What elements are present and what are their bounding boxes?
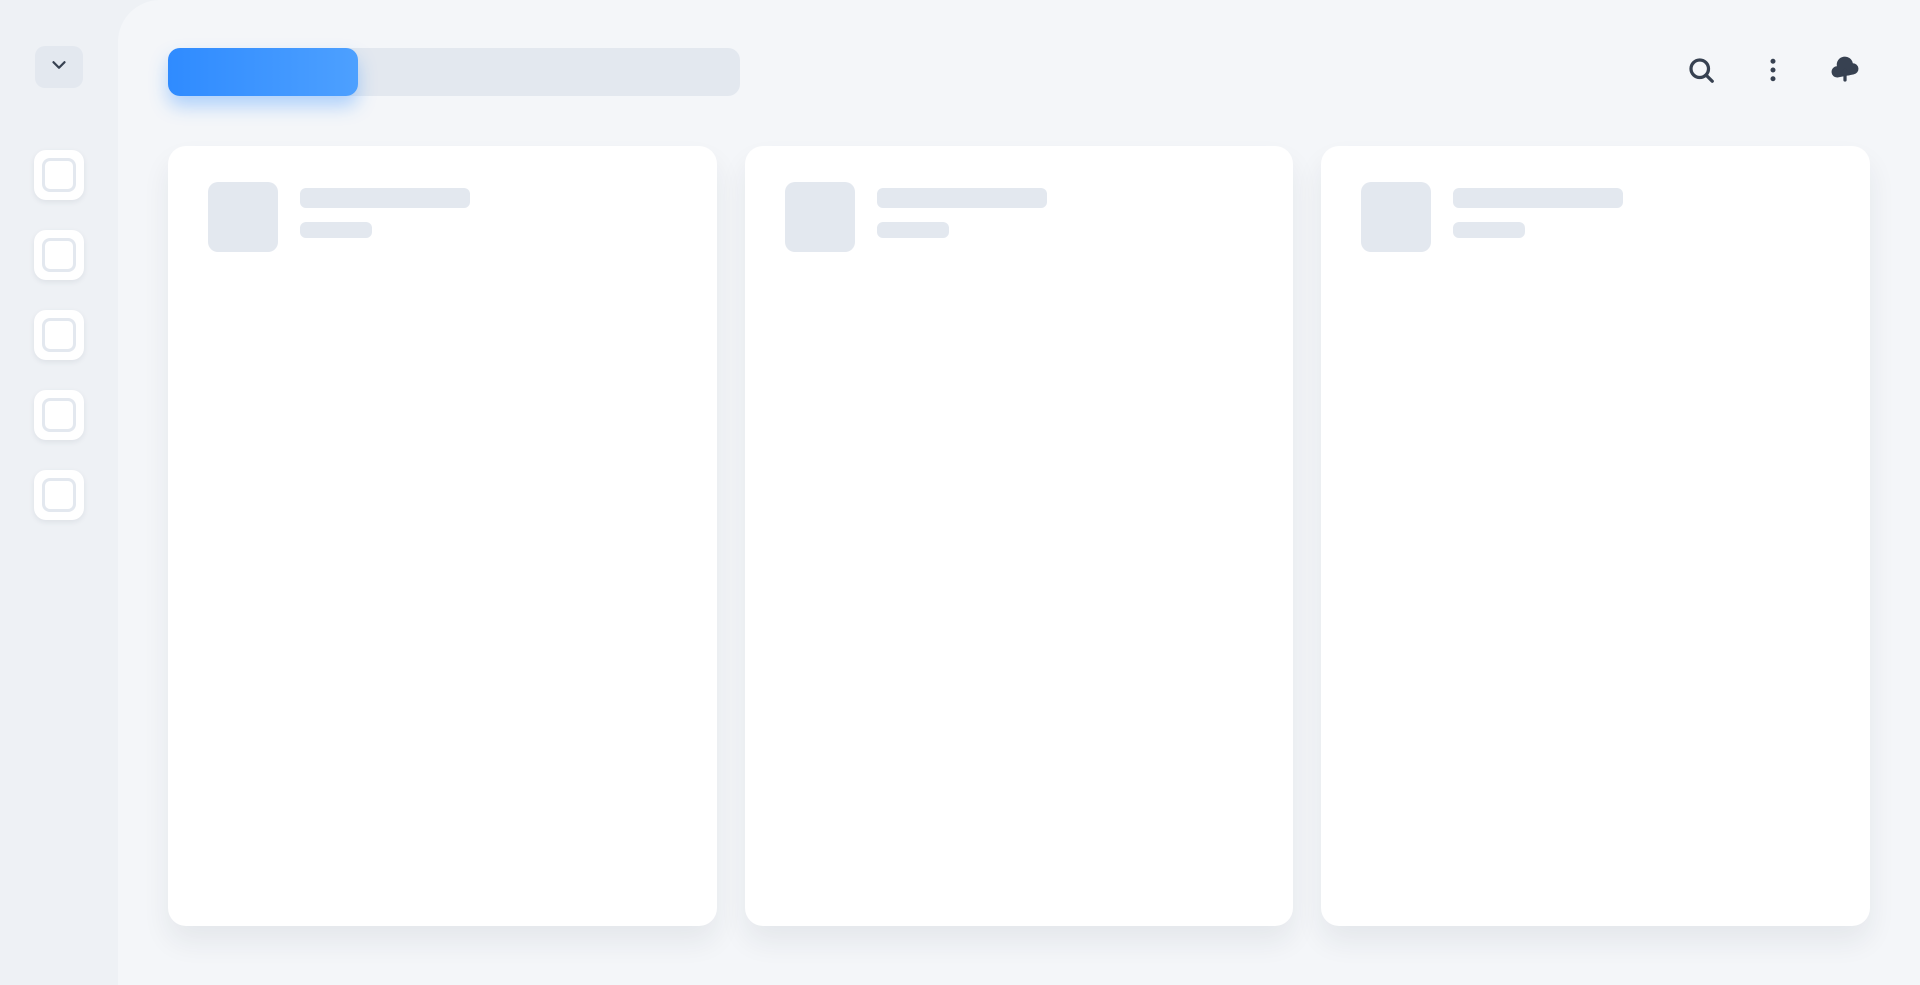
card-header bbox=[785, 182, 1254, 252]
avatar-skeleton bbox=[785, 182, 855, 252]
sidebar-collapse-toggle[interactable] bbox=[35, 46, 83, 88]
upload-button[interactable] bbox=[1828, 55, 1862, 89]
sidebar bbox=[0, 0, 118, 985]
segmented-rest[interactable] bbox=[358, 48, 740, 96]
card-text-skeleton bbox=[877, 182, 1047, 238]
avatar-skeleton bbox=[1361, 182, 1431, 252]
sidebar-nav bbox=[34, 150, 84, 520]
card-text-skeleton bbox=[1453, 182, 1623, 238]
card-title bbox=[300, 188, 470, 208]
top-bar bbox=[168, 48, 1870, 96]
nav-item-2[interactable] bbox=[34, 230, 84, 280]
nav-item-1[interactable] bbox=[34, 150, 84, 200]
card-2[interactable] bbox=[745, 146, 1294, 926]
card-header bbox=[1361, 182, 1830, 252]
card-title bbox=[877, 188, 1047, 208]
segmented-active[interactable] bbox=[168, 48, 358, 96]
card-subtitle bbox=[877, 222, 949, 238]
nav-item-5[interactable] bbox=[34, 470, 84, 520]
cloud-upload-icon bbox=[1830, 55, 1860, 89]
nav-item-4[interactable] bbox=[34, 390, 84, 440]
card-text-skeleton bbox=[300, 182, 470, 238]
card-subtitle bbox=[1453, 222, 1525, 238]
more-vert-icon bbox=[1758, 55, 1788, 89]
search-button[interactable] bbox=[1684, 55, 1718, 89]
top-actions bbox=[1684, 55, 1870, 89]
search-icon bbox=[1686, 55, 1716, 89]
segmented-control bbox=[168, 48, 740, 96]
nav-item-3[interactable] bbox=[34, 310, 84, 360]
chevron-down-icon bbox=[48, 54, 70, 80]
card-header bbox=[208, 182, 677, 252]
more-button[interactable] bbox=[1756, 55, 1790, 89]
avatar-skeleton bbox=[208, 182, 278, 252]
card-3[interactable] bbox=[1321, 146, 1870, 926]
card-subtitle bbox=[300, 222, 372, 238]
card-1[interactable] bbox=[168, 146, 717, 926]
card-title bbox=[1453, 188, 1623, 208]
main-panel bbox=[118, 0, 1920, 985]
card-row bbox=[168, 146, 1870, 926]
